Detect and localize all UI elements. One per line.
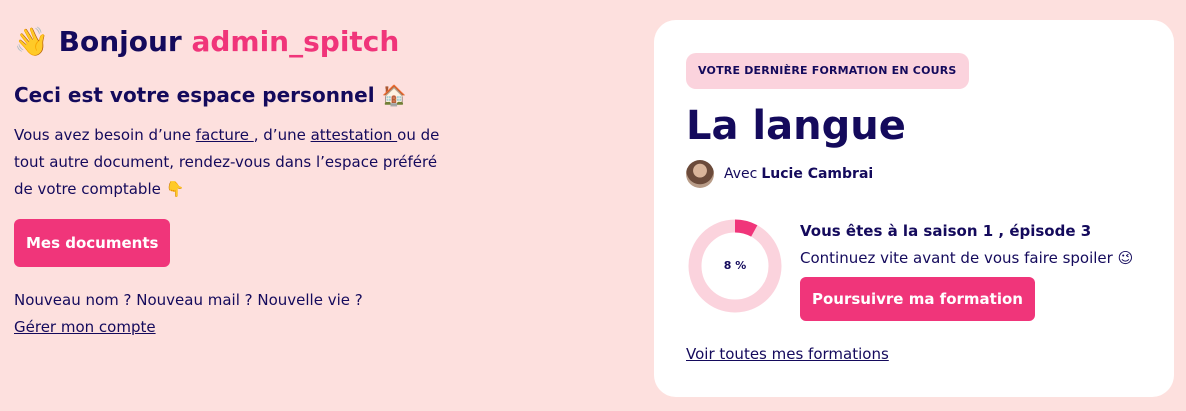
progress-percent: 8 % <box>723 259 747 272</box>
intro-text-1: Vous avez besoin d’une <box>14 126 196 144</box>
course-title: La langue <box>686 103 906 149</box>
account-question: Nouveau nom ? Nouveau mail ? Nouvelle vi… <box>14 291 363 309</box>
continue-course-button[interactable]: Poursuivre ma formation <box>800 277 1035 321</box>
manage-account-link[interactable]: Gérer mon compte <box>14 318 156 336</box>
facture-link[interactable]: facture <box>196 126 254 144</box>
progress-encouragement: Continuez vite avant de vous faire spoil… <box>800 249 1134 267</box>
personal-space-subtitle: Ceci est votre espace personnel 🏠 <box>14 83 407 107</box>
progress-message: Vous êtes à la saison 1 , épisode 3 Cont… <box>800 218 1160 272</box>
teacher-info: Avec Lucie Cambrai <box>686 160 873 188</box>
waving-hand-icon: 👋 <box>14 25 49 58</box>
progress-ring: 8 % <box>686 217 784 315</box>
welcome-panel: 👋 Bonjour admin_spitch Ceci est votre es… <box>14 22 454 340</box>
teacher-prefix: Avec <box>724 166 758 182</box>
my-documents-button[interactable]: Mes documents <box>14 219 171 267</box>
last-course-tag: VOTRE DERNIÈRE FORMATION EN COURS <box>686 53 969 89</box>
greeting-username: admin_spitch <box>191 25 400 58</box>
greeting-prefix: Bonjour <box>58 25 182 58</box>
all-courses-link[interactable]: Voir toutes mes formations <box>686 341 889 367</box>
intro-text-2: , d’une <box>253 126 311 144</box>
documents-intro: Vous avez besoin d’une facture , d’une a… <box>14 122 454 203</box>
last-course-card: VOTRE DERNIÈRE FORMATION EN COURS La lan… <box>654 20 1174 397</box>
attestation-link[interactable]: attestation <box>311 126 398 144</box>
teacher-name: Lucie Cambrai <box>761 166 874 182</box>
progress-episode: Vous êtes à la saison 1 , épisode 3 <box>800 222 1092 240</box>
teacher-avatar <box>686 160 714 188</box>
greeting-heading: 👋 Bonjour admin_spitch <box>14 22 454 62</box>
